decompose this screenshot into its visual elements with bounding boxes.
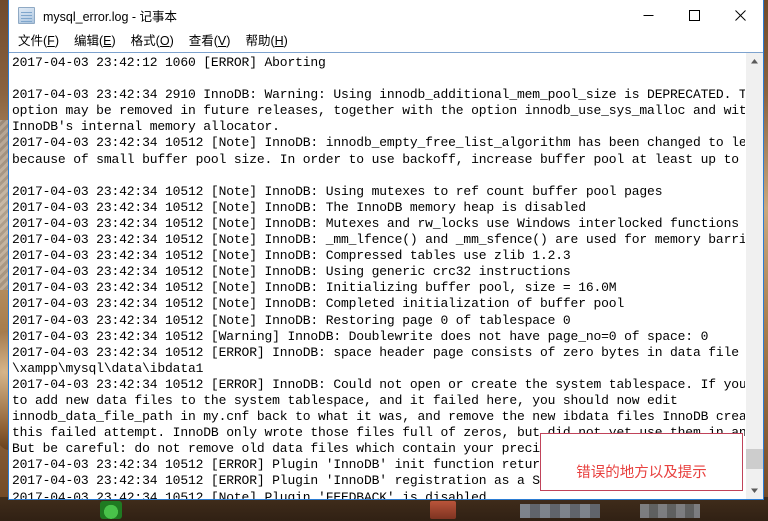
log-line: 2017-04-03 23:42:34 10512 [Note] InnoDB:… [12, 232, 745, 248]
log-line: 2017-04-03 23:42:34 10512 [Note] InnoDB:… [12, 296, 625, 312]
window-title: mysql_error.log - 记事本 [43, 9, 178, 24]
log-line: 2017-04-03 23:42:34 10512 [ERROR] InnoDB… [12, 344, 745, 360]
menu-item-paren: ) [111, 34, 116, 48]
log-line: 2017-04-03 23:42:34 10512 [Note] InnoDB:… [12, 248, 571, 264]
taskbar-icon-green[interactable] [100, 501, 122, 519]
menu-item-help[interactable]: 帮助(H) [245, 34, 287, 48]
log-line: option may be removed in future releases… [12, 103, 745, 119]
scroll-down-arrow-icon[interactable] [746, 482, 763, 499]
log-line: 2017-04-03 23:42:12 1060 [ERROR] Abortin… [12, 55, 326, 70]
notepad-icon [18, 6, 35, 24]
log-line: 2017-04-03 23:42:34 10512 [Note] InnoDB:… [12, 199, 586, 215]
close-button[interactable] [717, 0, 763, 30]
menu-item-paren: ) [169, 34, 174, 48]
menu-item-label: 格式( [130, 34, 160, 48]
taskbar-icon-group-2[interactable] [640, 504, 700, 518]
taskbar-icon-red[interactable] [430, 501, 456, 519]
menu-item-label: 帮助( [245, 34, 275, 48]
log-line: \xampp\mysql\data\ibdata1 [12, 360, 204, 376]
maximize-icon [688, 9, 700, 21]
log-line: 2017-04-03 23:42:34 10512 [Note] InnoDB:… [12, 312, 571, 328]
menu-item-accelerator: F [47, 34, 55, 48]
annotation-label: 错误的地方以及提示 [576, 465, 707, 481]
menu-bar: 文件(F) 编辑(E) 格式(O) 查看(V) 帮助(H) [9, 30, 763, 52]
menu-item-view[interactable]: 查看(V) [189, 34, 231, 48]
menu-item-paren: ) [283, 34, 288, 48]
log-line: 2017-04-03 23:42:34 10512 [Note] InnoDB:… [12, 183, 663, 199]
title-bar[interactable]: mysql_error.log - 记事本 [9, 0, 763, 30]
menu-item-label: 文件( [18, 34, 48, 48]
menu-item-label: 编辑( [73, 34, 104, 48]
log-line: 2017-04-03 23:42:34 10512 [ERROR] InnoDB… [12, 376, 745, 392]
menu-item-paren: ) [226, 34, 231, 48]
minimize-button[interactable] [625, 0, 671, 30]
menu-item-edit[interactable]: 编辑(E) [74, 34, 116, 48]
log-line: 2017-04-03 23:42:34 2910 InnoDB: Warning… [12, 87, 745, 103]
log-line: 2017-04-03 23:42:34 10512 [Note] InnoDB:… [12, 215, 739, 231]
scrollbar-thumb[interactable] [746, 449, 763, 469]
menu-item-accelerator: O [159, 34, 170, 48]
vertical-scrollbar[interactable] [745, 53, 763, 499]
menu-item-format[interactable]: 格式(O) [131, 34, 174, 48]
error-annotation-callout: 错误的地方以及提示 [540, 433, 743, 491]
window-controls [625, 0, 763, 30]
log-line: 2017-04-03 23:42:34 10512 [Note] InnoDB:… [12, 280, 617, 296]
menu-item-accelerator: H [274, 34, 284, 48]
menu-item-accelerator: E [103, 34, 112, 48]
log-line: innodb_data_file_path in my.cnf back to … [12, 409, 745, 425]
scroll-up-arrow-icon[interactable] [746, 53, 763, 70]
log-line: because of small buffer pool size. In or… [12, 151, 745, 167]
minimize-icon [643, 14, 653, 16]
log-line: 2017-04-03 23:42:34 10512 [Note] InnoDB:… [12, 264, 571, 280]
notepad-window: mysql_error.log - 记事本 文件(F) 编辑(E) 格式(O) 查看(… [8, 0, 764, 500]
log-line: 2017-04-03 23:42:34 10512 [Note] InnoDB:… [12, 135, 745, 151]
log-line: InnoDB's internal memory allocator. [12, 119, 280, 135]
menu-item-file[interactable]: 文件(F) [18, 34, 59, 48]
menu-item-label: 查看( [188, 34, 218, 48]
menu-item-paren: ) [54, 34, 59, 48]
editor-area: 2017-04-03 23:42:12 1060 [ERROR] Abortin… [9, 52, 763, 499]
menu-item-accelerator: V [217, 34, 227, 48]
close-icon [734, 9, 746, 21]
log-line: to add new data files to the system tabl… [12, 392, 678, 408]
log-line: 2017-04-03 23:42:34 10512 [Warning] Inno… [12, 328, 709, 344]
taskbar-icon-group-1[interactable] [520, 504, 600, 518]
maximize-button[interactable] [671, 0, 717, 30]
